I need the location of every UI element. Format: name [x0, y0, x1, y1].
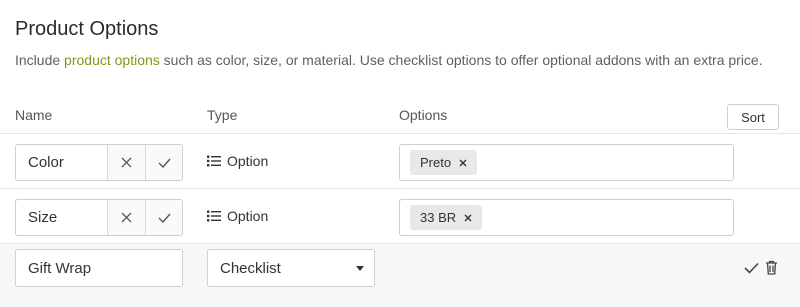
option-type: Option	[207, 153, 268, 169]
list-icon	[207, 155, 221, 167]
option-type-select[interactable]: Checklist	[207, 249, 375, 287]
new-option-row: Gift Wrap Checklist	[0, 243, 800, 307]
column-header-type: Type	[207, 107, 238, 123]
description-text-before: Include	[15, 52, 65, 68]
close-icon	[121, 212, 132, 223]
option-type: Option	[207, 208, 268, 224]
option-row: Color Option Preto	[0, 133, 800, 188]
list-icon	[207, 210, 221, 222]
option-name-group: Size	[15, 199, 183, 236]
cancel-edit-button[interactable]	[108, 200, 146, 235]
option-type-label: Option	[227, 208, 269, 224]
option-name-field[interactable]: Color	[16, 145, 109, 180]
product-options-link[interactable]: product options	[64, 52, 160, 68]
sort-button[interactable]: Sort	[727, 104, 779, 130]
close-icon[interactable]	[464, 214, 472, 222]
close-icon[interactable]	[459, 159, 467, 167]
option-values-input[interactable]: 33 BR	[399, 199, 734, 236]
option-value-tag: Preto	[410, 150, 478, 175]
section-title: Product Options	[15, 18, 159, 40]
trash-icon[interactable]	[765, 260, 778, 275]
confirm-edit-button[interactable]	[145, 145, 182, 180]
cancel-edit-button[interactable]	[108, 145, 146, 180]
new-option-name-input[interactable]: Gift Wrap	[15, 249, 183, 287]
option-values-input[interactable]: Preto	[399, 144, 734, 181]
option-value-tag: 33 BR	[410, 205, 483, 230]
option-type-label: Option	[227, 153, 269, 169]
row-actions	[744, 260, 778, 275]
description-text-after: such as color, size, or material. Use ch…	[159, 52, 763, 68]
confirm-edit-button[interactable]	[145, 200, 182, 235]
check-icon[interactable]	[744, 262, 759, 274]
section-description: Include product options such as color, s…	[15, 52, 763, 68]
check-icon	[158, 213, 171, 223]
option-name-field[interactable]: Size	[16, 200, 109, 235]
close-icon	[121, 157, 132, 168]
option-row: Size Option 33 BR	[0, 188, 800, 243]
option-type-select-value: Checklist	[220, 259, 281, 277]
tag-label: Preto	[420, 155, 452, 170]
option-name-group: Color	[15, 144, 183, 181]
tag-label: 33 BR	[420, 210, 457, 225]
column-header-name: Name	[15, 107, 53, 123]
check-icon	[158, 158, 171, 168]
column-header-options: Options	[399, 107, 448, 123]
caret-down-icon	[356, 265, 364, 271]
